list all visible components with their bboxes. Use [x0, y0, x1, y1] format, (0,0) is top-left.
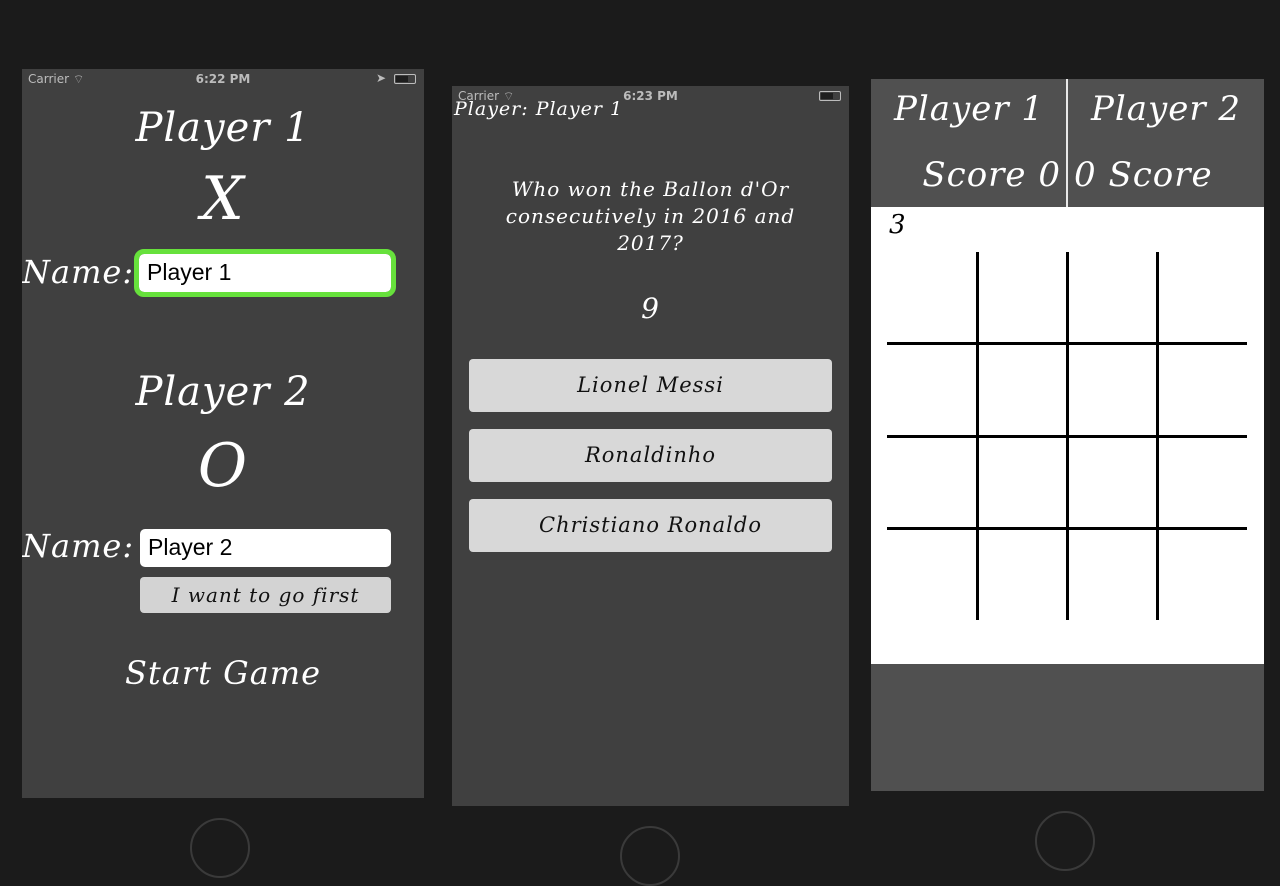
board-cell[interactable]	[979, 438, 1069, 530]
clock: 6:22 PM	[195, 72, 251, 86]
turn-indicator: 3	[889, 210, 907, 240]
location-icon: ➤	[375, 71, 386, 85]
board-cell[interactable]	[887, 438, 977, 530]
player1-score-line: Score 0	[922, 155, 1061, 195]
player1-symbol: X	[201, 164, 245, 234]
start-game-button[interactable]: Start Game	[22, 654, 424, 692]
board-area: 3	[871, 207, 1264, 664]
player1-label: Player 1	[893, 89, 1045, 129]
board-cell[interactable]	[1069, 252, 1159, 344]
board-cell[interactable]	[887, 530, 977, 622]
home-button[interactable]	[190, 818, 250, 878]
player1-score-panel: Player 1 Score 0	[871, 79, 1067, 207]
board-cell[interactable]	[1069, 438, 1159, 530]
board-cell[interactable]	[1159, 438, 1249, 530]
player2-symbol: O	[197, 431, 249, 501]
player1-name-label: Name:	[22, 253, 135, 291]
player1-name-input[interactable]: Player 1	[134, 249, 396, 297]
current-player-label: Player: Player 1	[454, 98, 624, 120]
setup-screen: Carrier ⌔ 6:22 PM ➤ Player 1 X Name: Play…	[22, 69, 424, 798]
board-cell[interactable]	[1159, 252, 1249, 344]
board-cell[interactable]	[887, 252, 977, 344]
board-cell[interactable]	[979, 530, 1069, 622]
board-cell[interactable]	[979, 252, 1069, 344]
answer-button-1[interactable]: Lionel Messi	[469, 359, 832, 412]
home-button[interactable]	[1035, 811, 1095, 871]
home-button[interactable]	[620, 826, 680, 886]
status-bar: Carrier ⌔ 6:22 PM ➤	[22, 69, 424, 89]
board-cell[interactable]	[887, 345, 977, 437]
game-screen: Player 1 Score 0 Player 2 0 Score 3	[871, 79, 1264, 791]
board-cell[interactable]	[979, 345, 1069, 437]
player2-score: 0	[1074, 155, 1097, 195]
score-label: Score	[1108, 155, 1213, 195]
board-cell[interactable]	[1069, 345, 1159, 437]
board-cell[interactable]	[1159, 530, 1249, 622]
player1-title: Player 1	[135, 105, 311, 151]
board-cell[interactable]	[1069, 530, 1159, 622]
answer-button-2[interactable]: Ronaldinho	[469, 429, 832, 482]
battery-icon	[819, 91, 841, 101]
battery-icon	[394, 74, 416, 84]
player2-score-line: 0 Score	[1074, 155, 1213, 195]
answer-button-3[interactable]: Christiano Ronaldo	[469, 499, 832, 552]
player2-name-input[interactable]: Player 2	[140, 529, 391, 567]
question-text: Who won the Ballon d'Or consecutively in…	[505, 177, 796, 255]
go-first-button[interactable]: I want to go first	[140, 577, 391, 613]
player2-title: Player 2	[135, 369, 311, 415]
score-label: Score	[922, 155, 1027, 195]
player2-score-panel: Player 2 0 Score	[1068, 79, 1264, 207]
player1-score: 0	[1038, 155, 1061, 195]
quiz-screen: Carrier ⌔ 6:23 PM Player: Player 1 Who wo…	[452, 86, 849, 806]
player2-label: Player 2	[1090, 89, 1242, 129]
board-cell[interactable]	[1159, 345, 1249, 437]
player2-name-label: Name:	[22, 527, 135, 565]
countdown-timer: 9	[641, 292, 660, 325]
